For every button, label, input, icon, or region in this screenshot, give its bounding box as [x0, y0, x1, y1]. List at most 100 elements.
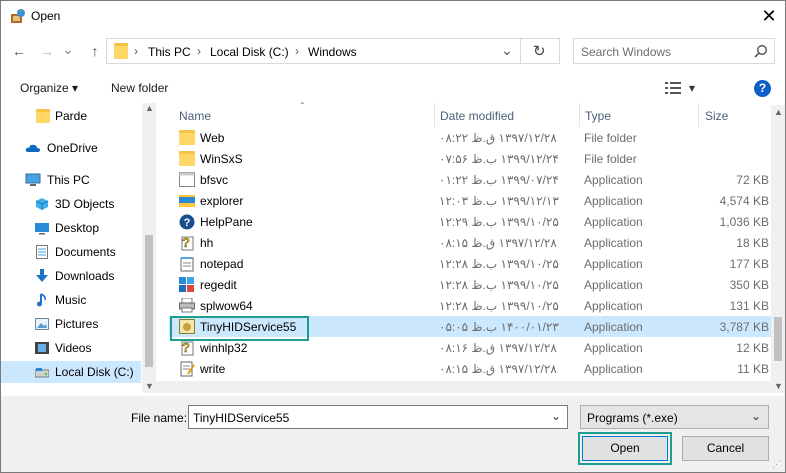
sidebar-item-label: 3D Objects	[55, 197, 115, 211]
folder-icon	[36, 109, 50, 123]
file-size: 18 KB	[736, 236, 769, 250]
help-file-icon: ?	[179, 340, 195, 356]
address-dropdown-button[interactable]: ⌄	[501, 42, 513, 59]
sidebar-item-documents[interactable]: Documents	[1, 241, 141, 263]
sidebar-item-videos[interactable]: Videos	[1, 337, 141, 359]
file-row[interactable]: explorer ۱۳۹۹/۱۲/۱۳ ب.ظ ۱۲:۰۳ Application 4…	[169, 190, 771, 211]
view-options-icon[interactable]	[665, 82, 681, 94]
file-row[interactable]: write ۱۳۹۷/۱۲/۲۸ ق.ظ ۰۸:۱۵ Application 11 K…	[169, 358, 771, 379]
back-button[interactable]: ←	[9, 41, 29, 61]
file-name: hh	[200, 236, 214, 250]
breadcrumb-this-pc[interactable]: This PC	[148, 45, 191, 59]
close-button[interactable]: ✕	[755, 3, 783, 29]
file-row[interactable]: WinSxS ۱۳۹۹/۱۲/۲۴ ب.ظ ۰۷:۵۶ File folder	[169, 148, 771, 169]
help-file-icon: ?	[179, 235, 195, 251]
sidebar-item-local-disk[interactable]: Local Disk (C:)	[1, 361, 141, 383]
column-divider[interactable]	[434, 103, 435, 127]
file-name-field[interactable]: TinyHIDService55 ⌄	[188, 405, 568, 429]
file-type: Application	[584, 320, 643, 334]
file-date-modified: ۱۳۹۷/۱۲/۲۸ ق.ظ ۰۸:۱۵	[439, 236, 557, 250]
cancel-button[interactable]: Cancel	[682, 436, 769, 461]
file-type: Application	[584, 194, 643, 208]
scroll-up-arrow[interactable]: ▲	[774, 107, 783, 117]
sidebar-item-label: Parde	[55, 109, 88, 123]
sidebar-item-pictures[interactable]: Pictures	[1, 313, 141, 335]
sidebar-item-3d-objects[interactable]: 3D Objects	[1, 193, 141, 215]
file-date-modified: ۱۳۹۷/۱۲/۲۸ ق.ظ ۰۸:۱۵	[439, 362, 557, 376]
chevron-down-icon[interactable]: ⌄	[551, 409, 561, 423]
file-type: Application	[584, 236, 643, 250]
file-row[interactable]: regedit ۱۳۹۹/۱۰/۲۵ ب.ظ ۱۲:۲۸ Application 35…	[169, 274, 771, 295]
file-type-value: Programs (*.exe)	[587, 411, 678, 425]
file-name-value: TinyHIDService55	[193, 411, 290, 425]
search-box[interactable]: Search Windows	[573, 38, 775, 64]
column-divider[interactable]	[698, 103, 699, 127]
breadcrumb-separator: ›	[134, 44, 138, 58]
scroll-down-arrow[interactable]: ▼	[774, 381, 783, 391]
resize-grip-icon[interactable]: ⋰	[772, 459, 781, 470]
document-icon	[36, 245, 50, 259]
file-row[interactable]: ? hh ۱۳۹۷/۱۲/۲۸ ق.ظ ۰۸:۱۵ Application 18 KB	[169, 232, 771, 253]
column-header-name[interactable]: Name	[179, 109, 211, 123]
view-dropdown-button[interactable]: ▾	[689, 81, 695, 95]
file-type: Application	[584, 341, 643, 355]
refresh-button[interactable]: ↻	[533, 42, 546, 60]
file-row[interactable]: ? HelpPane ۱۳۹۹/۱۰/۲۵ ب.ظ ۱۲:۲۹ Application…	[169, 211, 771, 232]
svg-text:?: ?	[184, 217, 191, 229]
sidebar-item-desktop[interactable]: Desktop	[1, 217, 141, 239]
search-input[interactable]: Search Windows	[581, 45, 671, 59]
file-size: 4,574 KB	[719, 194, 769, 208]
column-header-type[interactable]: Type	[585, 109, 611, 123]
up-button[interactable]: ↑	[85, 41, 105, 61]
picture-icon	[35, 317, 49, 331]
cube-icon	[35, 197, 49, 211]
file-row[interactable]: splwow64 ۱۳۹۹/۱۰/۲۵ ب.ظ ۱۲:۲۸ Application 1…	[169, 295, 771, 316]
file-type: File folder	[584, 131, 637, 145]
sidebar-item-music[interactable]: Music	[1, 289, 141, 311]
file-name: winhlp32	[200, 341, 248, 355]
column-header-size[interactable]: Size	[705, 109, 728, 123]
file-date-modified: ۱۳۹۹/۱۰/۲۵ ب.ظ ۱۲:۲۸	[439, 257, 559, 271]
sidebar-scroll-thumb[interactable]	[145, 235, 153, 367]
sidebar-item-label: Videos	[55, 341, 92, 355]
open-button[interactable]: Open	[582, 436, 668, 461]
file-date-modified: ۱۳۹۹/۱۲/۱۳ ب.ظ ۱۲:۰۳	[439, 194, 559, 208]
sidebar-item-downloads[interactable]: Downloads	[1, 265, 141, 287]
file-list-scroll-thumb[interactable]	[774, 317, 782, 361]
sort-indicator-icon: ⌃	[299, 101, 306, 110]
breadcrumb-local-disk[interactable]: Local Disk (C:)	[210, 45, 289, 59]
file-list-scrollbar[interactable]: ▲ ▼	[771, 105, 785, 393]
column-header-date[interactable]: Date modified	[440, 109, 514, 123]
sidebar-scrollbar[interactable]: ▲ ▼	[142, 103, 156, 393]
sidebar-item-parde[interactable]: Parde	[1, 105, 141, 127]
breadcrumb-windows[interactable]: Windows	[308, 45, 357, 59]
scroll-down-arrow[interactable]: ▼	[145, 381, 154, 391]
file-row[interactable]: notepad ۱۳۹۹/۱۰/۲۵ ب.ظ ۱۲:۲۸ Application 17…	[169, 253, 771, 274]
new-folder-button[interactable]: New folder	[111, 81, 168, 95]
address-divider	[520, 39, 521, 63]
help-icon: ?	[179, 214, 195, 230]
file-size: 350 KB	[729, 278, 769, 292]
file-date-modified: ۱۳۹۹/۱۰/۲۵ ب.ظ ۱۲:۲۸	[439, 299, 559, 313]
help-button[interactable]: ?	[754, 80, 771, 97]
file-type-select[interactable]: Programs (*.exe) ⌄	[580, 405, 769, 429]
file-size: 1,036 KB	[719, 215, 769, 229]
recent-locations-button[interactable]: ⌄	[61, 39, 75, 59]
sidebar-item-this-pc[interactable]: This PC	[1, 169, 141, 191]
file-type: Application	[584, 299, 643, 313]
sidebar-item-onedrive[interactable]: OneDrive	[1, 137, 141, 159]
svg-text:?: ?	[182, 340, 190, 355]
organize-button[interactable]: Organize ▾	[20, 81, 78, 95]
file-list-horizontal-scrollbar[interactable]	[156, 381, 771, 393]
file-type: Application	[584, 362, 643, 376]
address-bar[interactable]: › This PC › Local Disk (C:) › Windows ⌄ …	[106, 38, 560, 64]
file-row[interactable]: Web ۱۳۹۷/۱۲/۲۸ ق.ظ ۰۸:۲۲ File folder	[169, 127, 771, 148]
forward-button[interactable]: →	[37, 41, 57, 61]
file-date-modified: ۱۳۹۷/۱۲/۲۸ ق.ظ ۰۸:۲۲	[439, 131, 557, 145]
column-divider[interactable]	[579, 103, 580, 127]
file-row[interactable]: bfsvc ۱۳۹۹/۰۷/۲۴ ب.ظ ۰۱:۲۲ Application 72 K…	[169, 169, 771, 190]
scroll-up-arrow[interactable]: ▲	[145, 103, 154, 113]
file-date-modified: ۱۳۹۷/۱۲/۲۸ ق.ظ ۰۸:۱۶	[439, 341, 557, 355]
folder-icon	[114, 43, 128, 59]
selected-file-highlight	[170, 316, 309, 341]
